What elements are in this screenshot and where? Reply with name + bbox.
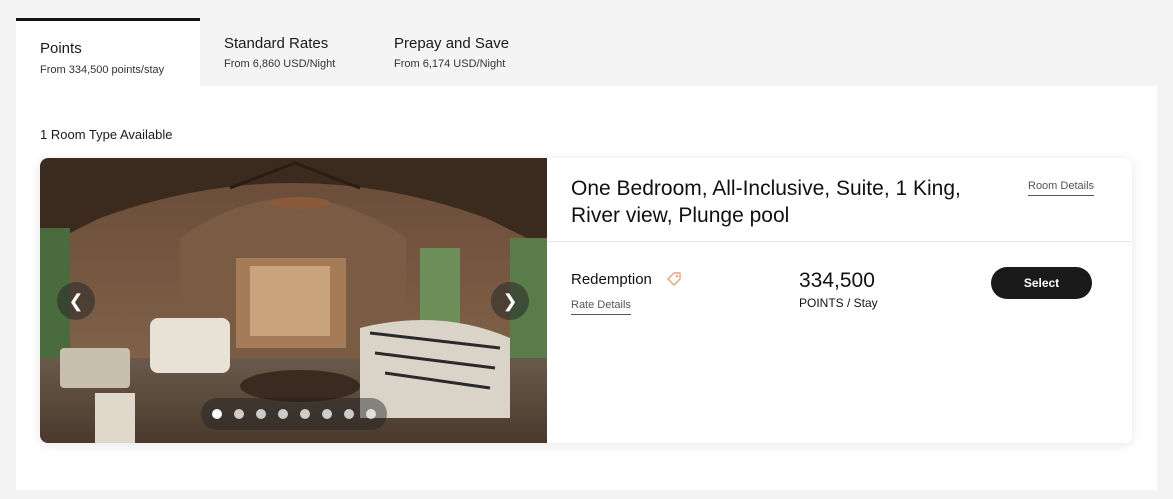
room-details-link[interactable]: Room Details xyxy=(1028,180,1095,196)
room-photo: ❮ ❯ xyxy=(40,158,547,443)
divider xyxy=(547,241,1132,242)
gallery-dot[interactable] xyxy=(256,409,266,419)
chevron-right-icon: ❯ xyxy=(502,290,518,311)
tab-standard-rates-subtitle: From 6,860 USD/Night xyxy=(224,58,336,70)
gallery-dot[interactable] xyxy=(300,409,310,419)
gallery-dot[interactable] xyxy=(322,409,332,419)
gallery-dots xyxy=(201,398,387,430)
room-card: ❮ ❯ One Bedroom, All-Inclusive, Suite, 1… xyxy=(40,158,1132,443)
rate-name: Redemption xyxy=(571,271,652,288)
rooms-available-count: 1 Room Type Available xyxy=(40,127,173,142)
rate-details-link[interactable]: Rate Details xyxy=(571,299,631,315)
gallery-dot[interactable] xyxy=(212,409,222,419)
gallery-dot[interactable] xyxy=(366,409,376,419)
rates-panel: 1 Room Type Available ❮ ❯ One Bedroom, A… xyxy=(16,86,1157,490)
tab-points-subtitle: From 334,500 points/stay xyxy=(40,64,165,76)
gallery-next-button[interactable]: ❯ xyxy=(491,282,529,320)
rate-tabs: Points From 334,500 points/stay Standard… xyxy=(16,18,1157,86)
points-unit: POINTS / Stay xyxy=(799,296,878,310)
select-button[interactable]: Select xyxy=(991,267,1092,299)
points-price: 334,500 xyxy=(799,269,875,292)
tab-points-title: Points xyxy=(40,40,82,57)
tab-points[interactable]: Points From 334,500 points/stay xyxy=(16,18,200,86)
room-name: One Bedroom, All-Inclusive, Suite, 1 Kin… xyxy=(571,177,961,227)
gallery-dot[interactable] xyxy=(278,409,288,419)
tab-standard-rates-title: Standard Rates xyxy=(224,35,329,52)
tab-prepay-and-save[interactable]: Prepay and Save From 6,174 USD/Night xyxy=(378,18,538,86)
chevron-left-icon: ❮ xyxy=(68,290,84,311)
tab-standard-rates[interactable]: Standard Rates From 6,860 USD/Night xyxy=(208,18,358,86)
tab-prepay-subtitle: From 6,174 USD/Night xyxy=(394,58,506,70)
gallery-dot[interactable] xyxy=(344,409,354,419)
tag-icon xyxy=(667,272,681,286)
gallery-dot[interactable] xyxy=(234,409,244,419)
tab-prepay-title: Prepay and Save xyxy=(394,35,510,52)
gallery-prev-button[interactable]: ❮ xyxy=(57,282,95,320)
